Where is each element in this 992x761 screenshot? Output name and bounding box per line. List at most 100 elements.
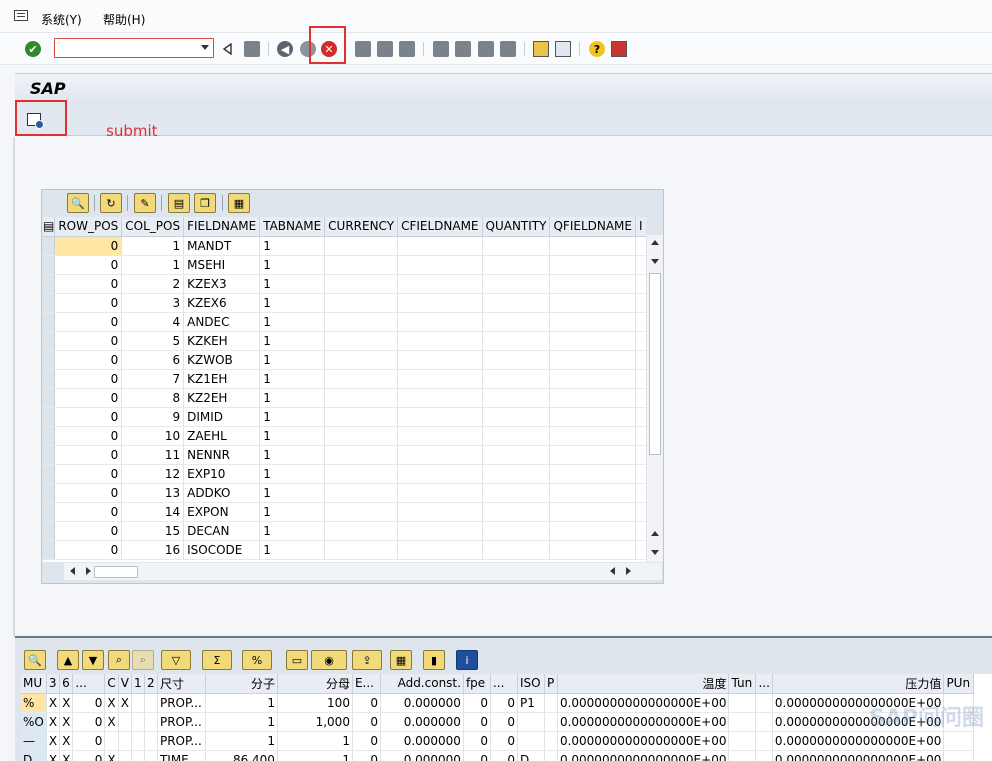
row-pos-cell[interactable]: 0 [54,350,123,370]
table-cell[interactable]: 0.0000000000000000E+00 [557,712,730,732]
table-cell[interactable]: X [59,750,74,761]
tabname-cell[interactable]: 1 [259,255,326,275]
row-pos-cell[interactable]: 0 [54,426,123,446]
row-selector[interactable] [43,483,56,503]
table-cell[interactable] [544,693,558,713]
table-row[interactable]: 0 10 ZAEHL 1 [43,426,646,446]
empty-cell[interactable] [635,274,646,294]
row-selector[interactable] [43,274,56,294]
shortcut-icon[interactable] [555,41,571,57]
table-cell[interactable]: X [46,731,61,751]
column-header[interactable]: COL_POS [121,217,185,237]
tabname-cell[interactable]: 1 [259,483,326,503]
table-cell[interactable]: X [46,750,61,761]
empty-cell[interactable] [324,255,399,275]
layout-menu-icon[interactable] [611,41,627,57]
column-header[interactable]: QUANTITY [482,217,551,237]
empty-cell[interactable] [549,255,636,275]
first-page-icon[interactable] [433,41,449,57]
table-row[interactable]: 0 7 KZ1EH 1 [43,369,646,389]
row-selector[interactable] [43,350,56,370]
column-header[interactable]: 6 [59,674,74,694]
fieldname-cell[interactable]: ADDKO [183,483,261,503]
empty-cell[interactable] [397,502,483,522]
table-cell[interactable]: 0 [463,731,491,751]
sum-icon[interactable]: Σ [202,650,232,670]
scroll-up-icon[interactable] [651,531,659,536]
table-cell[interactable]: X [104,712,119,732]
table-cell[interactable] [118,750,132,761]
col-pos-cell[interactable]: 14 [121,502,185,522]
empty-cell[interactable] [482,388,551,408]
unit-key-cell[interactable]: — [21,731,47,751]
previous-page-icon[interactable] [455,41,471,57]
empty-cell[interactable] [482,407,551,427]
table-cell[interactable] [118,712,132,732]
tabname-cell[interactable]: 1 [259,407,326,427]
table-row[interactable]: 0 4 ANDEC 1 [43,312,646,332]
table-cell[interactable]: 100 [277,693,353,713]
table-cell[interactable]: 0 [463,693,491,713]
col-pos-cell[interactable]: 10 [121,426,185,446]
table-cell[interactable]: TIME [157,750,206,761]
table-cell[interactable]: 0 [352,750,381,761]
column-header[interactable]: Tun [728,674,757,694]
empty-cell[interactable] [397,426,483,446]
col-pos-cell[interactable]: 15 [121,521,185,541]
empty-cell[interactable] [549,236,636,256]
row-selector[interactable] [43,540,56,560]
tabname-cell[interactable]: 1 [259,502,326,522]
tabname-cell[interactable]: 1 [259,236,326,256]
table-cell[interactable]: PROP... [157,731,206,751]
row-selector[interactable] [43,236,56,256]
refresh-icon[interactable]: ↻ [100,193,122,213]
row-selector[interactable] [43,369,56,389]
fieldname-cell[interactable]: KZ1EH [183,369,261,389]
col-pos-cell[interactable]: 7 [121,369,185,389]
menu-help[interactable]: 帮助(H) [103,11,145,28]
col-pos-cell[interactable]: 9 [121,407,185,427]
row-selector[interactable] [43,464,56,484]
table-row[interactable]: 0 13 ADDKO 1 [43,483,646,503]
graphic-icon[interactable]: ▮ [423,650,445,670]
row-pos-cell[interactable]: 0 [54,293,123,313]
empty-cell[interactable] [635,426,646,446]
empty-cell[interactable] [324,236,399,256]
table-cell[interactable]: 0 [490,731,518,751]
table-cell[interactable] [144,731,158,751]
fieldname-cell[interactable]: KZ2EH [183,388,261,408]
empty-cell[interactable] [397,331,483,351]
empty-cell[interactable] [397,407,483,427]
column-header[interactable]: Add.const. [380,674,464,694]
info-icon[interactable]: i [456,650,478,670]
column-header[interactable]: CFIELDNAME [397,217,483,237]
export-icon[interactable]: ▤ [168,193,190,213]
views-icon[interactable]: ◉ [311,650,347,670]
col-pos-cell[interactable]: 13 [121,483,185,503]
table-cell[interactable]: X [104,750,119,761]
row-selector[interactable] [43,293,56,313]
col-pos-cell[interactable]: 16 [121,540,185,560]
table-cell[interactable] [118,731,132,751]
print-icon[interactable] [355,41,371,57]
column-header[interactable]: 2 [144,674,158,694]
row-pos-cell[interactable]: 0 [54,255,123,275]
empty-cell[interactable] [635,502,646,522]
table-cell[interactable] [104,731,119,751]
row-selector[interactable] [43,407,56,427]
tabname-cell[interactable]: 1 [259,331,326,351]
empty-cell[interactable] [397,388,483,408]
fieldname-cell[interactable]: EXPON [183,502,261,522]
table-cell[interactable] [728,731,757,751]
table-row[interactable]: 0 2 KZEX3 1 [43,274,646,294]
sort-descending-icon[interactable]: ▼ [82,650,104,670]
col-pos-cell[interactable]: 11 [121,445,185,465]
column-header[interactable]: 分母 [277,674,353,694]
empty-cell[interactable] [635,388,646,408]
tabname-cell[interactable]: 1 [259,293,326,313]
empty-cell[interactable] [635,255,646,275]
table-row[interactable]: 0 8 KZ2EH 1 [43,388,646,408]
table-row[interactable]: 0 1 MSEHI 1 [43,255,646,275]
empty-cell[interactable] [549,426,636,446]
table-cell[interactable]: 0.000000 [380,693,464,713]
